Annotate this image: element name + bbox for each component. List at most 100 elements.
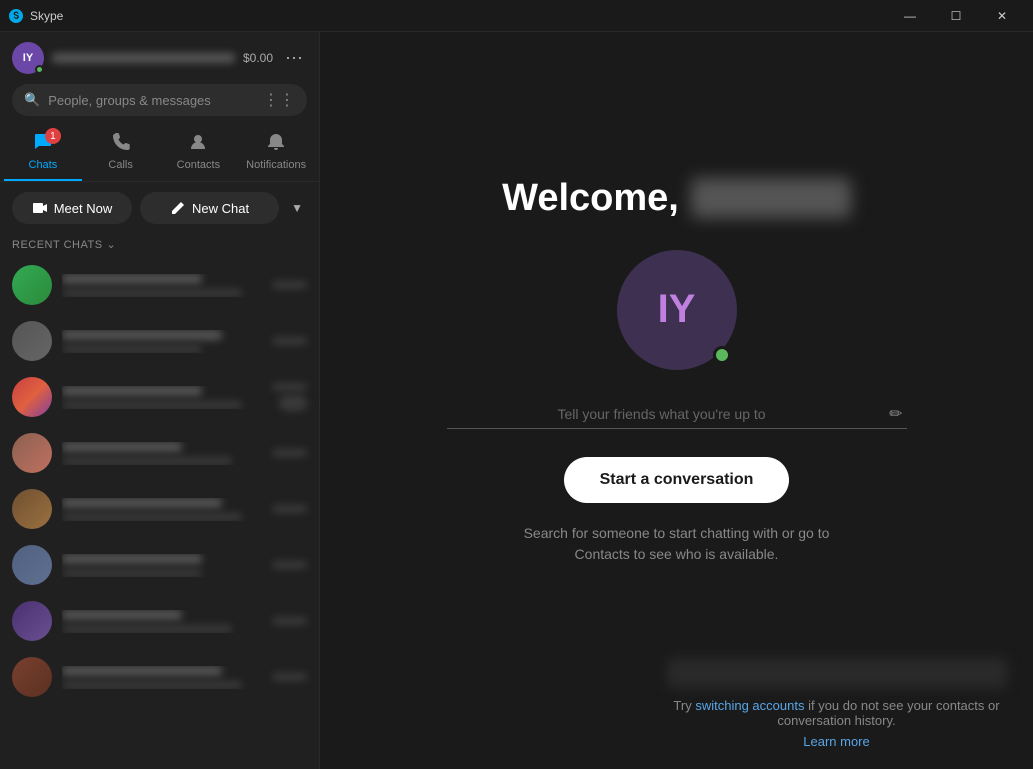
unread-badge-blurred <box>279 395 307 411</box>
list-item[interactable] <box>0 257 319 313</box>
avatar <box>12 321 52 361</box>
search-input[interactable] <box>48 93 255 108</box>
list-item[interactable] <box>0 537 319 593</box>
chat-info <box>62 386 262 409</box>
main-content: Welcome, IY ✏ Start a conversation Searc… <box>320 32 1033 769</box>
tab-contacts[interactable]: Contacts <box>160 124 238 181</box>
new-chat-button[interactable]: New Chat <box>140 192 279 224</box>
online-status-dot <box>35 65 44 74</box>
learn-more-link[interactable]: Learn more <box>803 734 869 749</box>
avatar[interactable]: IY <box>12 42 44 74</box>
chat-meta <box>272 617 307 625</box>
welcome-title: Welcome, <box>502 177 851 220</box>
timestamp-blurred <box>272 281 307 289</box>
tab-notifications-label: Notifications <box>246 159 306 171</box>
avatar <box>12 545 52 585</box>
contact-name-blurred <box>62 274 202 284</box>
search-bar: 🔍 ⋮⋮ <box>0 84 319 124</box>
avatar-large-initials: IY <box>658 287 696 332</box>
start-conversation-button[interactable]: Start a conversation <box>564 457 790 503</box>
tab-chats[interactable]: Chats 1 <box>4 124 82 181</box>
profile-bar: IY $0.00 ⋯ <box>0 32 319 84</box>
minimize-button[interactable]: — <box>887 0 933 32</box>
status-input[interactable] <box>447 400 907 429</box>
bottom-bar-content: Try switching accounts if you do not see… <box>660 658 1013 749</box>
more-options-button[interactable]: ⋯ <box>281 46 307 71</box>
avatar-initials: IY <box>23 52 33 64</box>
list-item[interactable] <box>0 593 319 649</box>
avatar <box>12 433 52 473</box>
list-item[interactable] <box>0 649 319 705</box>
bottom-blurred-content <box>667 658 1007 688</box>
bottom-bar: Try switching accounts if you do not see… <box>640 646 1033 769</box>
message-preview-blurred <box>62 513 242 521</box>
calls-icon <box>111 132 131 157</box>
edit-icon <box>170 200 186 216</box>
timestamp-blurred <box>272 449 307 457</box>
user-avatar-large[interactable]: IY <box>617 250 737 370</box>
contact-name-blurred <box>62 498 222 508</box>
contact-name-blurred <box>62 554 202 564</box>
timestamp-blurred <box>272 505 307 513</box>
avatar <box>12 657 52 697</box>
message-preview-blurred <box>62 457 232 465</box>
switching-accounts-link[interactable]: switching accounts <box>695 698 808 713</box>
app-container: IY $0.00 ⋯ 🔍 ⋮⋮ Chats 1 <box>0 32 1033 769</box>
tab-calls[interactable]: Calls <box>82 124 160 181</box>
list-item[interactable] <box>0 369 319 425</box>
video-icon <box>32 200 48 216</box>
timestamp-blurred <box>272 337 307 345</box>
contact-name-blurred <box>62 666 222 676</box>
chat-info <box>62 610 262 633</box>
try-text: Try <box>673 698 691 713</box>
timestamp-blurred <box>272 673 307 681</box>
chat-meta <box>272 673 307 681</box>
skype-logo-icon <box>8 8 24 24</box>
chat-meta <box>272 337 307 345</box>
message-preview-blurred <box>62 289 242 297</box>
hint-line1: Search for someone to start chatting wit… <box>524 525 830 541</box>
avatar <box>12 601 52 641</box>
list-item[interactable] <box>0 313 319 369</box>
close-button[interactable]: ✕ <box>979 0 1025 32</box>
restore-button[interactable]: ☐ <box>933 0 979 32</box>
conversation-hint: Search for someone to start chatting wit… <box>524 523 830 565</box>
search-input-wrap: 🔍 ⋮⋮ <box>12 84 307 116</box>
tab-notifications[interactable]: Notifications <box>237 124 315 181</box>
chat-info <box>62 274 262 297</box>
welcome-section: Welcome, IY ✏ Start a conversation Searc… <box>447 177 907 565</box>
contact-name-blurred <box>62 386 202 396</box>
hint-line2: Contacts to see who is available. <box>575 546 779 562</box>
action-buttons: Meet Now New Chat ▼ <box>0 182 319 234</box>
welcome-text: Welcome, <box>502 177 679 220</box>
meet-now-label: Meet Now <box>54 201 113 216</box>
edit-status-icon[interactable]: ✏ <box>889 404 902 424</box>
chat-info <box>62 554 262 577</box>
timestamp-blurred <box>272 617 307 625</box>
new-chat-label: New Chat <box>192 201 249 216</box>
message-preview-blurred <box>62 345 202 353</box>
chats-badge: 1 <box>45 128 61 144</box>
grid-icon[interactable]: ⋮⋮ <box>263 90 295 110</box>
chat-info <box>62 498 262 521</box>
message-preview-blurred <box>62 401 242 409</box>
title-bar: Skype — ☐ ✕ <box>0 0 1033 32</box>
new-chat-dropdown-button[interactable]: ▼ <box>287 192 307 224</box>
recent-chats-header[interactable]: RECENT CHATS ⌄ <box>0 234 319 257</box>
chat-meta <box>272 281 307 289</box>
nav-tabs: Chats 1 Calls Contacts Notifications <box>0 124 319 182</box>
message-preview-blurred <box>62 681 242 689</box>
online-status-indicator <box>713 346 731 364</box>
meet-now-button[interactable]: Meet Now <box>12 192 132 224</box>
profile-credit: $0.00 <box>243 51 273 65</box>
list-item[interactable] <box>0 481 319 537</box>
sidebar: IY $0.00 ⋯ 🔍 ⋮⋮ Chats 1 <box>0 32 320 769</box>
chat-list <box>0 257 319 769</box>
recent-chats-chevron-icon: ⌄ <box>107 238 117 251</box>
message-preview-blurred <box>62 569 202 577</box>
list-item[interactable] <box>0 425 319 481</box>
search-icon: 🔍 <box>24 92 40 108</box>
message-preview-blurred <box>62 625 232 633</box>
status-input-wrap: ✏ <box>447 400 907 429</box>
contact-name-blurred <box>62 330 222 340</box>
